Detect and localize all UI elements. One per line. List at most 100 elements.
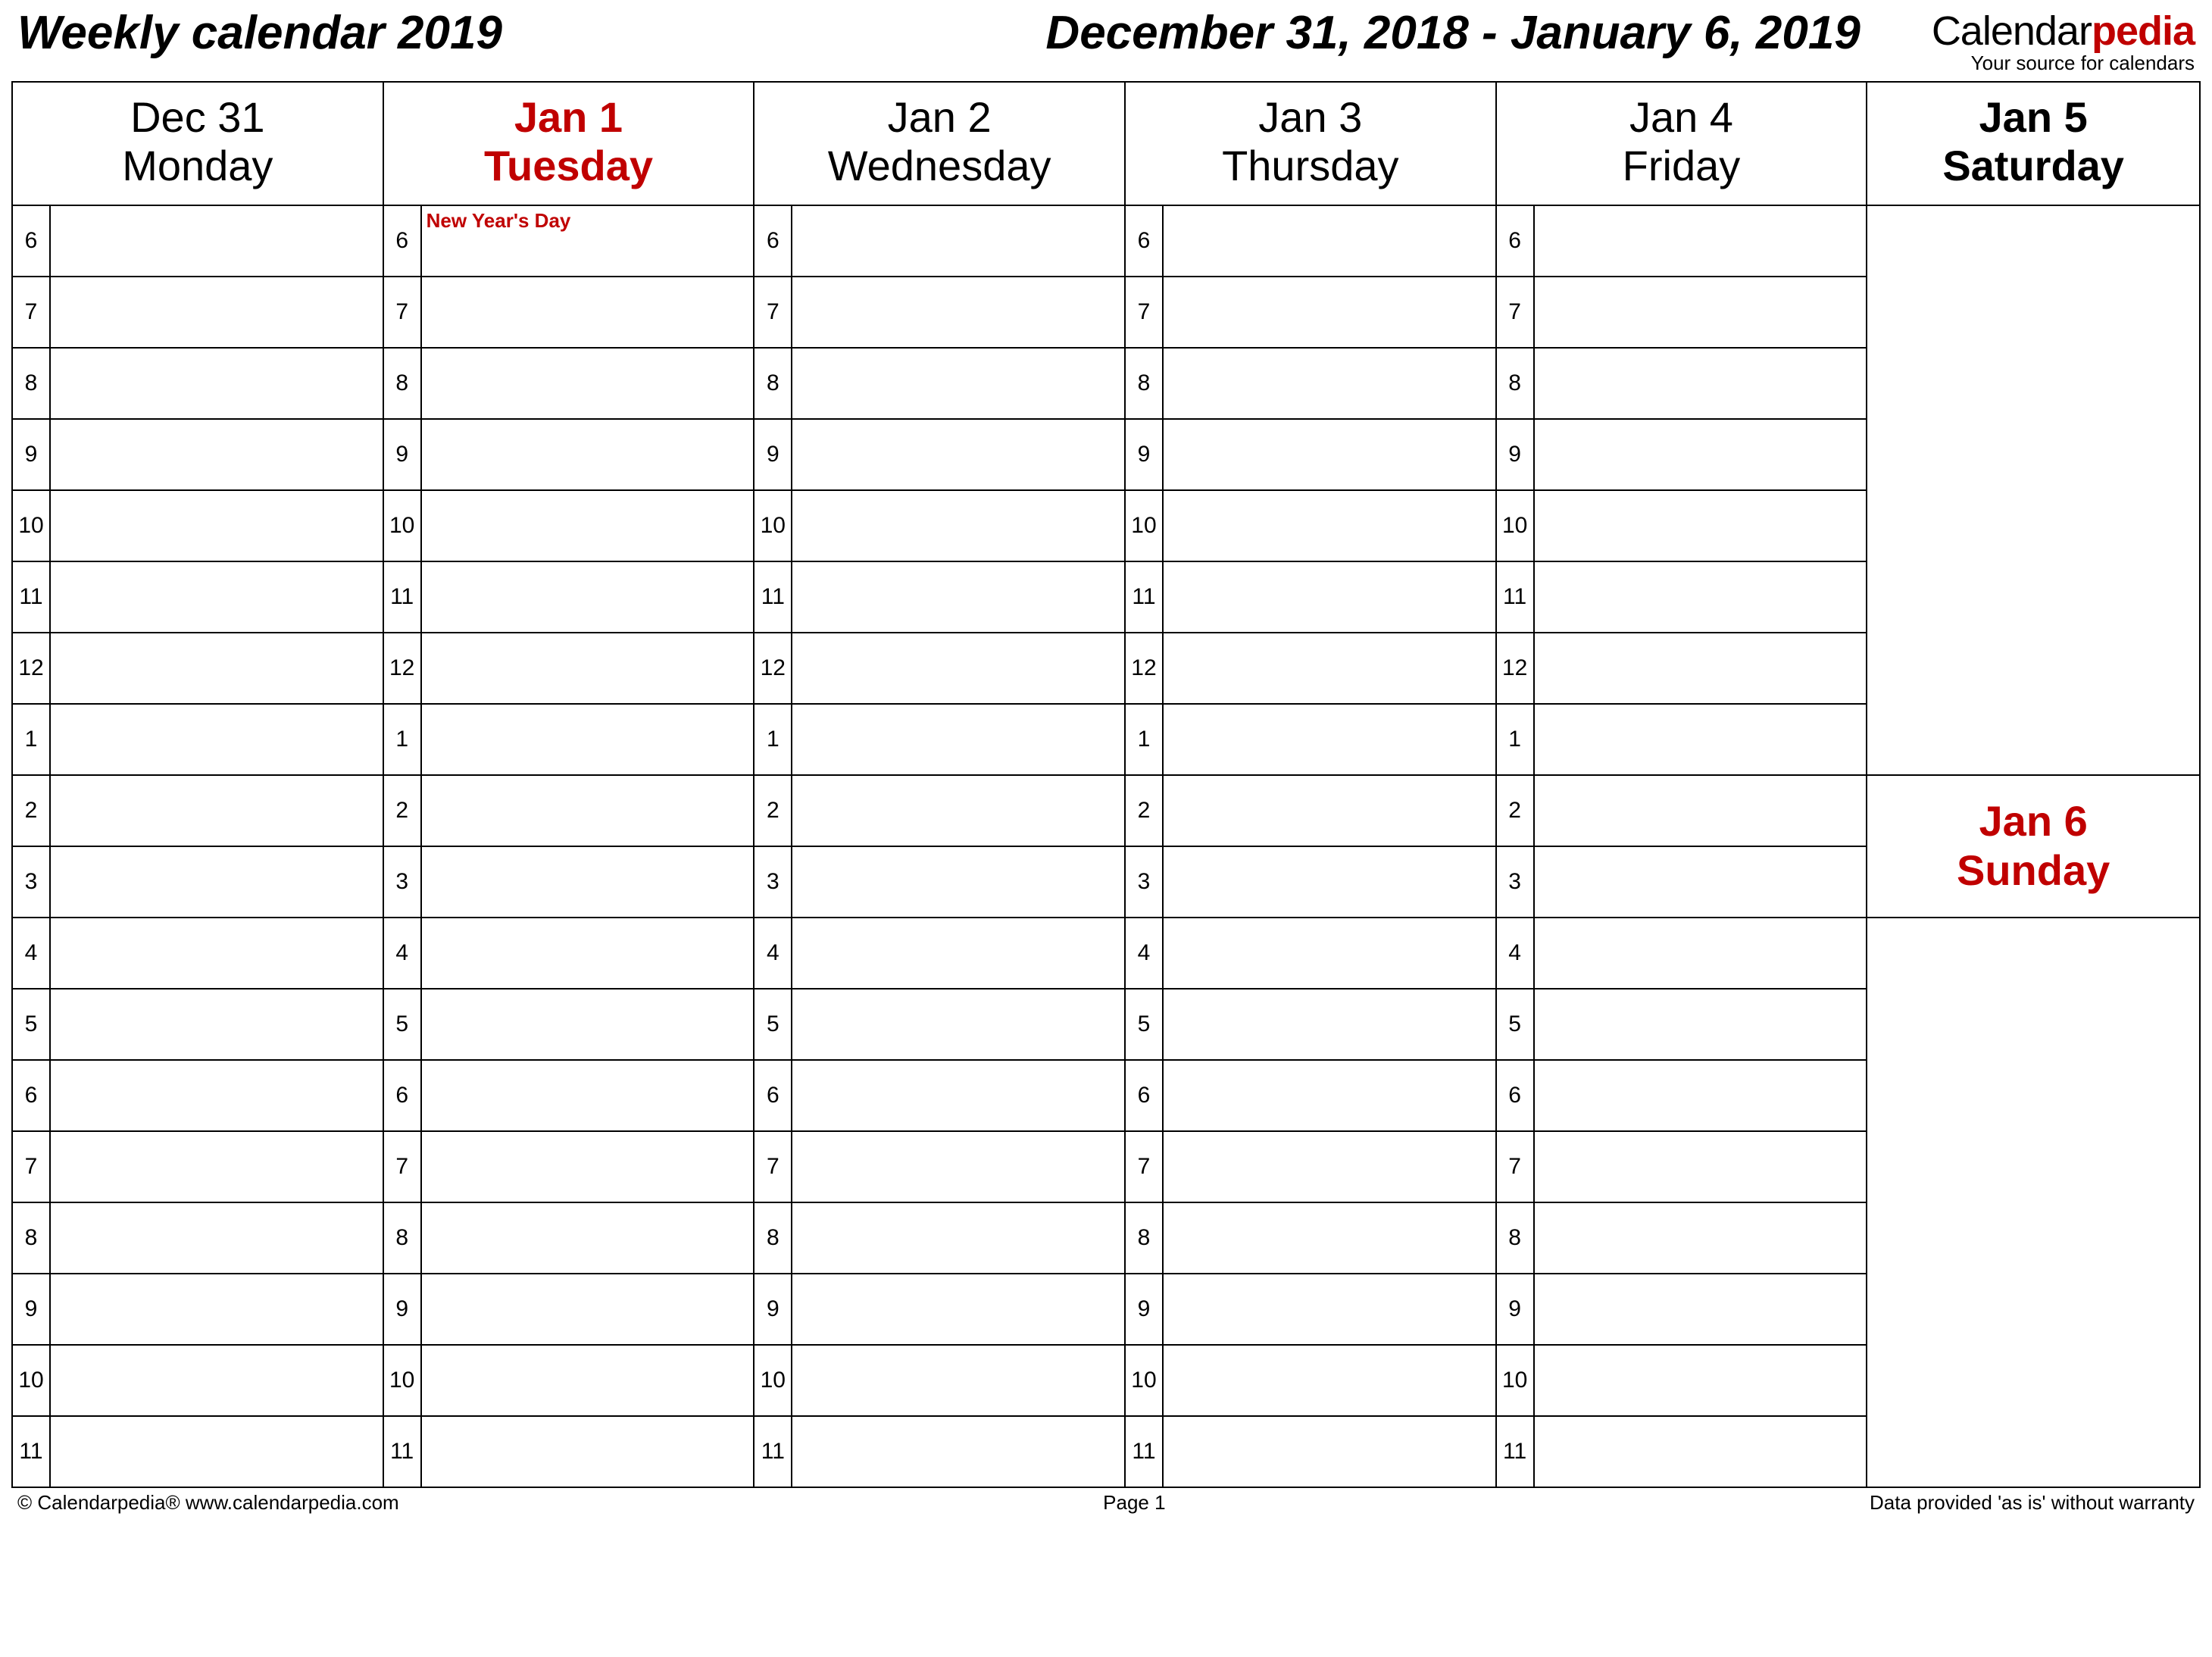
time-slot — [1534, 633, 1867, 704]
calendar-body: 66New Year's Day666777778888899999101010… — [12, 205, 2200, 1487]
time-slot — [421, 1345, 755, 1416]
hour-label: 6 — [12, 1060, 50, 1131]
hour-label: 3 — [1496, 846, 1534, 918]
time-slot — [1534, 348, 1867, 419]
hour-label: 5 — [383, 989, 421, 1060]
hour-label: 9 — [383, 1274, 421, 1345]
time-slot — [50, 419, 383, 490]
hour-label: 11 — [1125, 1416, 1163, 1487]
time-slot — [792, 1274, 1125, 1345]
time-slot — [1534, 989, 1867, 1060]
time-slot — [792, 633, 1125, 704]
time-slot — [1163, 277, 1496, 348]
hour-label: 9 — [754, 419, 792, 490]
time-slot — [792, 1060, 1125, 1131]
header: Weekly calendar 2019 December 31, 2018 -… — [11, 8, 2201, 81]
time-slot — [792, 846, 1125, 918]
day-header-date: Jan 6 — [1867, 797, 2199, 846]
hour-label: 7 — [754, 1131, 792, 1202]
hour-label: 7 — [383, 277, 421, 348]
hour-label: 2 — [1125, 775, 1163, 846]
time-slot — [792, 989, 1125, 1060]
time-slot — [1534, 1274, 1867, 1345]
time-slot — [1163, 775, 1496, 846]
time-slot — [50, 846, 383, 918]
weekly-calendar-page: Weekly calendar 2019 December 31, 2018 -… — [0, 0, 2212, 1530]
brand-block: Calendarpedia Your source for calendars — [1932, 8, 2195, 75]
day-header-wednesday: Jan 2Wednesday — [754, 82, 1125, 205]
hour-label: 9 — [1496, 419, 1534, 490]
hour-label: 10 — [1496, 490, 1534, 561]
time-slot — [1534, 1416, 1867, 1487]
time-slot — [1534, 490, 1867, 561]
time-slot — [421, 348, 755, 419]
time-slot — [50, 205, 383, 277]
hour-label: 4 — [754, 918, 792, 989]
hour-label: 8 — [1125, 1202, 1163, 1274]
day-header-saturday: Jan 5Saturday — [1867, 82, 2200, 205]
time-slot — [50, 277, 383, 348]
title-left: Weekly calendar 2019 — [17, 8, 974, 59]
day-header-date: Jan 2 — [755, 93, 1124, 142]
hour-label: 6 — [383, 205, 421, 277]
hour-label: 8 — [754, 1202, 792, 1274]
day-header-tuesday: Jan 1Tuesday — [383, 82, 755, 205]
time-slot — [792, 348, 1125, 419]
time-slot — [792, 277, 1125, 348]
hour-label: 6 — [1496, 205, 1534, 277]
time-slot — [1163, 1345, 1496, 1416]
hour-label: 1 — [754, 704, 792, 775]
time-slot — [1534, 704, 1867, 775]
day-header-dow: Saturday — [1867, 142, 2199, 190]
footer: © Calendarpedia® www.calendarpedia.com P… — [11, 1488, 2201, 1530]
hour-label: 8 — [1496, 348, 1534, 419]
time-slot — [50, 989, 383, 1060]
time-slot — [50, 490, 383, 561]
hour-label: 11 — [12, 561, 50, 633]
time-slot — [50, 348, 383, 419]
time-slot — [1163, 989, 1496, 1060]
hour-label: 10 — [383, 490, 421, 561]
time-slot — [421, 1131, 755, 1202]
hour-label: 9 — [1125, 419, 1163, 490]
day-header-dow: Sunday — [1867, 846, 2199, 895]
time-slot — [1534, 419, 1867, 490]
hour-label: 2 — [754, 775, 792, 846]
hour-label: 10 — [1125, 490, 1163, 561]
day-header-date: Jan 4 — [1497, 93, 1867, 142]
time-slot — [792, 1202, 1125, 1274]
hour-row: 44444 — [12, 918, 2200, 989]
hour-label: 7 — [1496, 277, 1534, 348]
time-slot — [1163, 490, 1496, 561]
hour-label: 11 — [754, 1416, 792, 1487]
brand-part1: Calendar — [1932, 8, 2092, 54]
time-slot — [50, 561, 383, 633]
hour-label: 10 — [383, 1345, 421, 1416]
hour-label: 11 — [1496, 1416, 1534, 1487]
day-header-dow: Monday — [13, 142, 383, 190]
time-slot — [1534, 205, 1867, 277]
hour-label: 11 — [383, 561, 421, 633]
hour-label: 4 — [12, 918, 50, 989]
brand-logo: Calendarpedia — [1932, 8, 2195, 55]
calendar-grid: Dec 31MondayJan 1TuesdayJan 2WednesdayJa… — [11, 81, 2201, 1488]
hour-label: 12 — [754, 633, 792, 704]
time-slot — [421, 1202, 755, 1274]
hour-label: 6 — [1125, 1060, 1163, 1131]
hour-label: 9 — [754, 1274, 792, 1345]
time-slot — [421, 633, 755, 704]
hour-label: 8 — [1496, 1202, 1534, 1274]
hour-label: 7 — [1125, 277, 1163, 348]
time-slot — [1534, 1345, 1867, 1416]
time-slot — [792, 1131, 1125, 1202]
time-slot — [1163, 419, 1496, 490]
time-slot — [421, 419, 755, 490]
day-header-row: Dec 31MondayJan 1TuesdayJan 2WednesdayJa… — [12, 82, 2200, 205]
hour-label: 11 — [1496, 561, 1534, 633]
hour-label: 7 — [12, 277, 50, 348]
hour-label: 8 — [12, 1202, 50, 1274]
time-slot — [50, 1345, 383, 1416]
brand-part2: pedia — [2092, 8, 2195, 54]
brand-tagline: Your source for calendars — [1932, 52, 2195, 75]
time-slot: New Year's Day — [421, 205, 755, 277]
